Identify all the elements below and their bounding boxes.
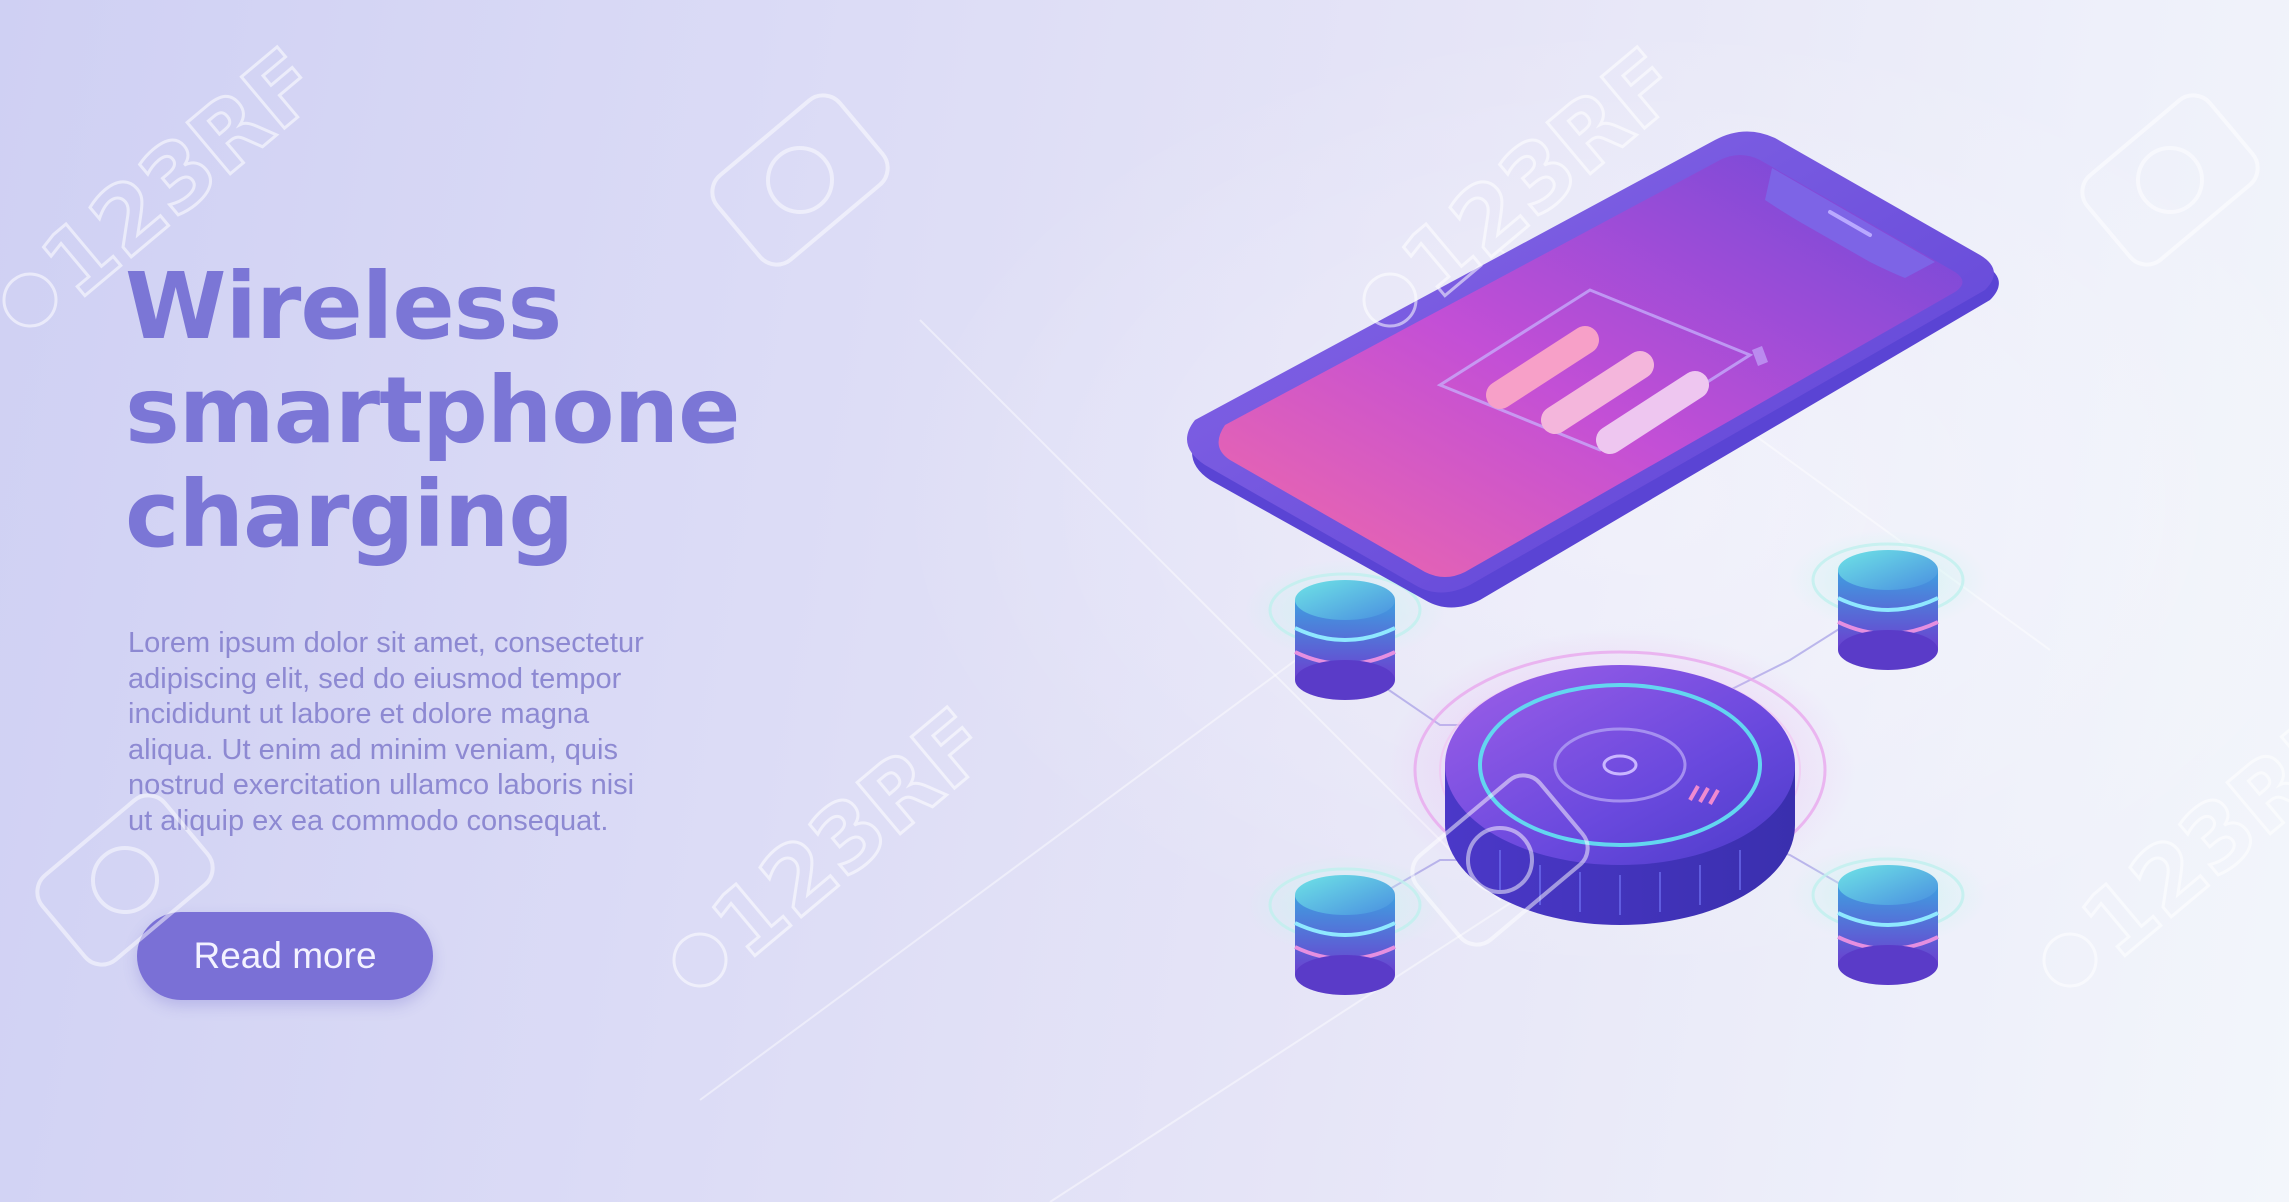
description-line: Lorem ipsum dolor sit amet, consectetur — [128, 627, 644, 659]
hero-title-line: Wireless — [125, 253, 562, 360]
description-line: adipiscing elit, sed do eiusmod tempor — [128, 662, 622, 695]
hero-description: Lorem ipsum dolor sit amet, consectetur … — [128, 626, 748, 839]
description-line: aliqua. Ut enim ad minim veniam, quis — [128, 733, 618, 766]
read-more-button[interactable]: Read more — [137, 912, 433, 1000]
hero-title: Wireless smartphone charging — [125, 253, 741, 568]
description-line: ut aliquip ex ea commodo consequat. — [128, 804, 609, 837]
description-line: nostrud exercitation ullamco laboris nis… — [128, 769, 635, 801]
database-stack-icon — [1245, 855, 1445, 995]
hero-title-line: smartphone — [125, 357, 741, 464]
database-stack-icon — [1788, 845, 1988, 985]
hero-title-line: charging — [125, 461, 574, 568]
wireless-charging-pad-icon — [1385, 630, 1855, 925]
description-line: incididunt ut labore et dolore magna — [128, 698, 590, 730]
database-stack-icon — [1788, 530, 1988, 670]
wireless-charging-illustration — [699, 131, 2051, 1202]
hero-banner: Wireless smartphone charging Lorem ipsum… — [0, 0, 2289, 1202]
